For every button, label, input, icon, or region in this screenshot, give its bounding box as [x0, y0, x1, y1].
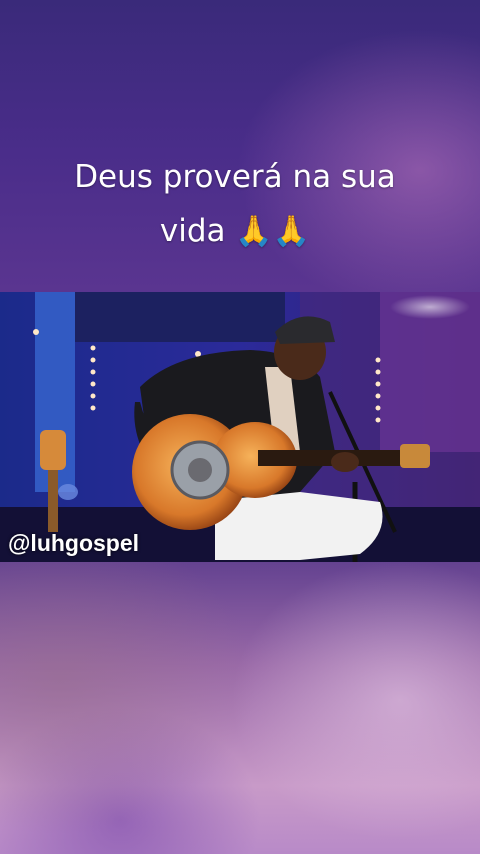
video-player[interactable]: [0, 292, 480, 562]
caption-line-1: Deus proverá na sua: [74, 159, 396, 195]
caption-line-2-text: vida: [159, 213, 226, 249]
praying-hands-icon: 🙏🙏: [235, 214, 311, 249]
watermark-handle: @luhgospel: [8, 530, 140, 556]
caption-line-2: vida 🙏🙏: [0, 204, 480, 259]
video-frame: [0, 292, 480, 562]
status-caption: Deus proverá na sua vida 🙏🙏: [0, 150, 480, 259]
